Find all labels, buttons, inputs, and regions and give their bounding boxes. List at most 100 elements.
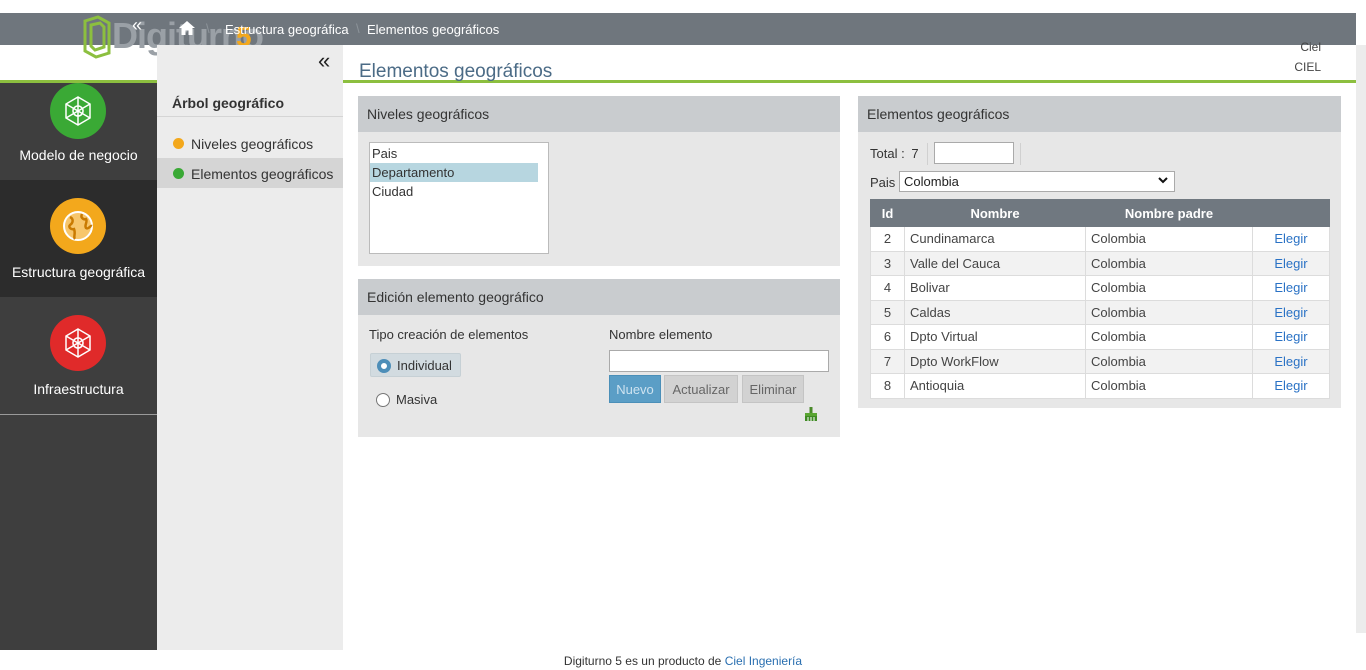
cell-padre: Colombia	[1085, 373, 1253, 399]
sidebar-divider	[0, 414, 157, 415]
column-header-padre[interactable]: Nombre padre	[1085, 199, 1253, 227]
elegir-link[interactable]: Elegir	[1252, 299, 1330, 325]
tipo-creacion-label: Tipo creación de elementos	[369, 327, 529, 342]
filter-input[interactable]	[934, 142, 1014, 164]
broom-icon[interactable]	[803, 406, 819, 422]
table-row: 5 Caldas Colombia Elegir	[870, 299, 1330, 325]
user-name[interactable]: Ciel	[1300, 40, 1321, 54]
total-value: 7	[911, 146, 919, 161]
column-header-nombre[interactable]: Nombre	[904, 199, 1086, 227]
table-row: 6 Dpto Virtual Colombia Elegir	[870, 324, 1330, 350]
footer: Digiturno 5 es un producto de Ciel Ingen…	[0, 654, 1366, 668]
cell-id: 8	[870, 373, 905, 399]
divider	[1020, 143, 1021, 165]
network-icon	[50, 83, 106, 139]
cell-nombre: Dpto Virtual	[904, 324, 1086, 350]
cell-padre: Colombia	[1085, 250, 1253, 276]
table-row: 4 Bolivar Colombia Elegir	[870, 275, 1330, 301]
cell-id: 3	[870, 250, 905, 276]
nuevo-button[interactable]: Nuevo	[609, 375, 661, 403]
tree-item-label: Elementos geográficos	[191, 166, 334, 182]
breadcrumb-separator: \	[356, 21, 360, 36]
radio-individual[interactable]: Individual	[370, 353, 461, 377]
logo-icon	[83, 15, 111, 59]
user-code: CIEL	[1294, 60, 1321, 74]
radio-button[interactable]	[377, 359, 391, 373]
actualizar-button[interactable]: Actualizar	[664, 375, 738, 403]
footer-text: Digiturno 5 es un producto de	[563, 654, 722, 668]
niveles-panel-title: Niveles geográficos	[358, 96, 840, 132]
divider	[927, 143, 928, 165]
cell-nombre: Dpto WorkFlow	[904, 348, 1086, 374]
sidebar-collapse-button[interactable]: «	[132, 16, 142, 34]
elegir-link[interactable]: Elegir	[1252, 250, 1330, 276]
pais-select[interactable]: Colombia	[899, 171, 1175, 192]
elementos-table: Id Nombre Nombre padre 2 Cundinamarca Co…	[870, 199, 1330, 399]
list-option[interactable]: Pais	[370, 144, 538, 163]
tree-title: Árbol geográfico	[157, 83, 343, 117]
table-row: 8 Antioquia Colombia Elegir	[870, 373, 1330, 399]
table-header-row: Id Nombre Nombre padre	[870, 199, 1330, 227]
cell-id: 4	[870, 275, 905, 301]
elegir-link[interactable]: Elegir	[1252, 373, 1330, 399]
elegir-link[interactable]: Elegir	[1252, 324, 1330, 350]
list-option-selected[interactable]: Departamento	[370, 163, 538, 182]
radio-label: Individual	[397, 358, 452, 373]
sidebar-item-label: Estructura geográfica	[11, 264, 146, 280]
breadcrumb-item-estructura[interactable]: Estructura geográfica	[225, 22, 349, 37]
footer-link[interactable]: Ciel Ingeniería	[725, 654, 802, 668]
tree-item-label: Niveles geográficos	[191, 136, 314, 152]
sidebar-item-label: Infraestructura	[33, 381, 124, 397]
radio-label: Masiva	[396, 392, 438, 407]
elegir-link[interactable]: Elegir	[1252, 275, 1330, 301]
table-row: 7 Dpto WorkFlow Colombia Elegir	[870, 348, 1330, 374]
edicion-panel-title: Edición elemento geográfico	[358, 279, 840, 315]
cell-nombre: Bolivar	[904, 275, 1086, 301]
status-dot-icon	[173, 138, 184, 149]
list-option[interactable]: Ciudad	[370, 182, 538, 201]
scrollbar-track[interactable]	[1356, 45, 1366, 633]
status-dot-icon	[173, 168, 184, 179]
sidebar-item-infraestructura[interactable]: Infraestructura	[0, 297, 157, 414]
elegir-link[interactable]: Elegir	[1252, 348, 1330, 374]
column-header-actions	[1252, 199, 1330, 227]
pais-label: Pais	[870, 175, 896, 190]
cell-padre: Colombia	[1085, 275, 1253, 301]
cell-padre: Colombia	[1085, 299, 1253, 325]
cell-padre: Colombia	[1085, 226, 1253, 252]
cell-padre: Colombia	[1085, 348, 1253, 374]
cell-nombre: Antioquia	[904, 373, 1086, 399]
radio-masiva[interactable]: Masiva	[370, 388, 445, 412]
nombre-elemento-label: Nombre elemento	[609, 327, 713, 342]
niveles-listbox[interactable]: Pais Departamento Ciudad	[369, 142, 549, 254]
radio-button[interactable]	[376, 393, 390, 407]
total-count: Total : 7	[870, 146, 919, 161]
page-title: Elementos geográficos	[359, 61, 553, 82]
cell-id: 6	[870, 324, 905, 350]
elegir-link[interactable]: Elegir	[1252, 226, 1330, 252]
cell-nombre: Valle del Cauca	[904, 250, 1086, 276]
main-sidebar: Modelo de negocio Estructura geográfica …	[0, 83, 157, 650]
cell-id: 7	[870, 348, 905, 374]
cell-nombre: Caldas	[904, 299, 1086, 325]
cell-id: 5	[870, 299, 905, 325]
globe-icon	[50, 198, 106, 254]
network-icon	[50, 315, 106, 371]
tree-item-niveles[interactable]: Niveles geográficos	[157, 128, 343, 158]
sidebar-item-label: Modelo de negocio	[19, 147, 138, 163]
column-header-id[interactable]: Id	[870, 199, 905, 227]
home-icon[interactable]	[178, 20, 196, 36]
eliminar-button[interactable]: Eliminar	[742, 375, 804, 403]
elementos-panel-title: Elementos geográficos	[858, 96, 1341, 132]
sidebar-item-estructura-geografica[interactable]: Estructura geográfica	[0, 180, 157, 297]
breadcrumb-item-elementos: Elementos geográficos	[367, 22, 500, 37]
pais-select-value: Colombia	[904, 174, 959, 189]
cell-nombre: Cundinamarca	[904, 226, 1086, 252]
total-label: Total :	[870, 146, 905, 161]
tree-item-elementos[interactable]: Elementos geográficos	[157, 158, 343, 188]
breadcrumb-separator: \	[206, 21, 210, 36]
nombre-elemento-input[interactable]	[609, 350, 829, 372]
table-row: 2 Cundinamarca Colombia Elegir	[870, 226, 1330, 252]
tree-collapse-button[interactable]: «	[318, 50, 330, 72]
chevron-down-icon	[1158, 177, 1168, 184]
